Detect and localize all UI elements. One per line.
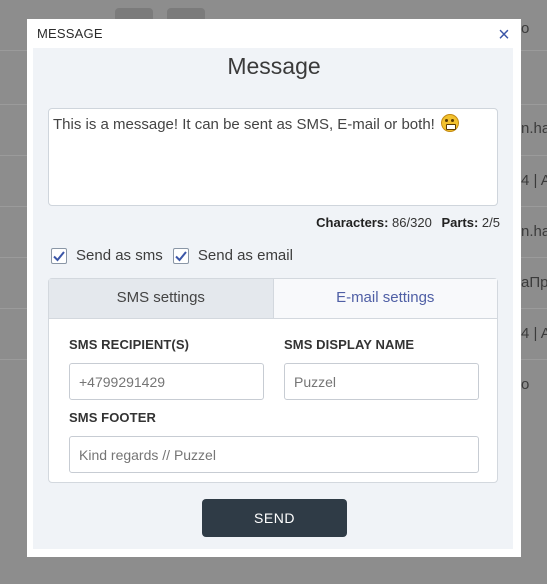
sms-display-name-label: SMS DISPLAY NAME [284,337,415,352]
settings-tabs: SMS settings E-mail settings [49,279,497,319]
sms-footer-label: SMS FOOTER [69,410,156,425]
close-icon[interactable]: × [495,25,513,45]
send-as-sms-option[interactable]: Send as sms [51,247,163,264]
message-modal: MESSAGE × Message This is a message! It … [27,19,521,557]
send-button[interactable]: SEND [202,499,347,537]
tab-email-settings[interactable]: E-mail settings [273,279,497,318]
send-as-email-option[interactable]: Send as email [172,247,293,264]
modal-title: Message [227,53,321,79]
send-as-sms-label: Send as sms [76,247,163,264]
background-text: o [521,376,530,393]
settings-panel: SMS settings E-mail settings SMS RECIPIE… [48,278,498,483]
modal-tab-label: MESSAGE [27,19,113,48]
sms-recipients-input[interactable] [69,363,264,400]
background-text: аПро [521,274,547,291]
background-text: n.ha [521,223,547,240]
background-text: n.ha [521,120,547,137]
grimacing-face-emoji-icon [441,114,459,132]
parts-label: Parts: [441,215,479,230]
check-icon [175,250,187,261]
sms-footer-input[interactable] [69,436,479,473]
characters-label: Characters: [316,215,389,230]
send-options: Send as sms Send as email [51,247,299,267]
message-textarea[interactable]: This is a message! It can be sent as SMS… [48,108,498,206]
message-text: This is a message! It can be sent as SMS… [53,116,435,133]
parts-value: 2/5 [481,215,500,230]
background-text: 4 | A [521,325,547,342]
sms-display-name-input[interactable] [284,363,479,400]
characters-value: 86/320 [392,215,432,230]
message-counters: Characters: 86/320 Parts: 2/5 [316,215,500,230]
background-text: o [521,20,530,37]
send-as-sms-checkbox[interactable] [51,247,67,264]
send-as-email-label: Send as email [197,247,293,264]
send-as-email-checkbox[interactable] [172,247,189,264]
tab-sms-settings[interactable]: SMS settings [49,279,274,318]
sms-recipients-label: SMS RECIPIENT(S) [69,337,190,352]
background-text: 4 | A [521,172,547,189]
check-icon [53,250,65,261]
